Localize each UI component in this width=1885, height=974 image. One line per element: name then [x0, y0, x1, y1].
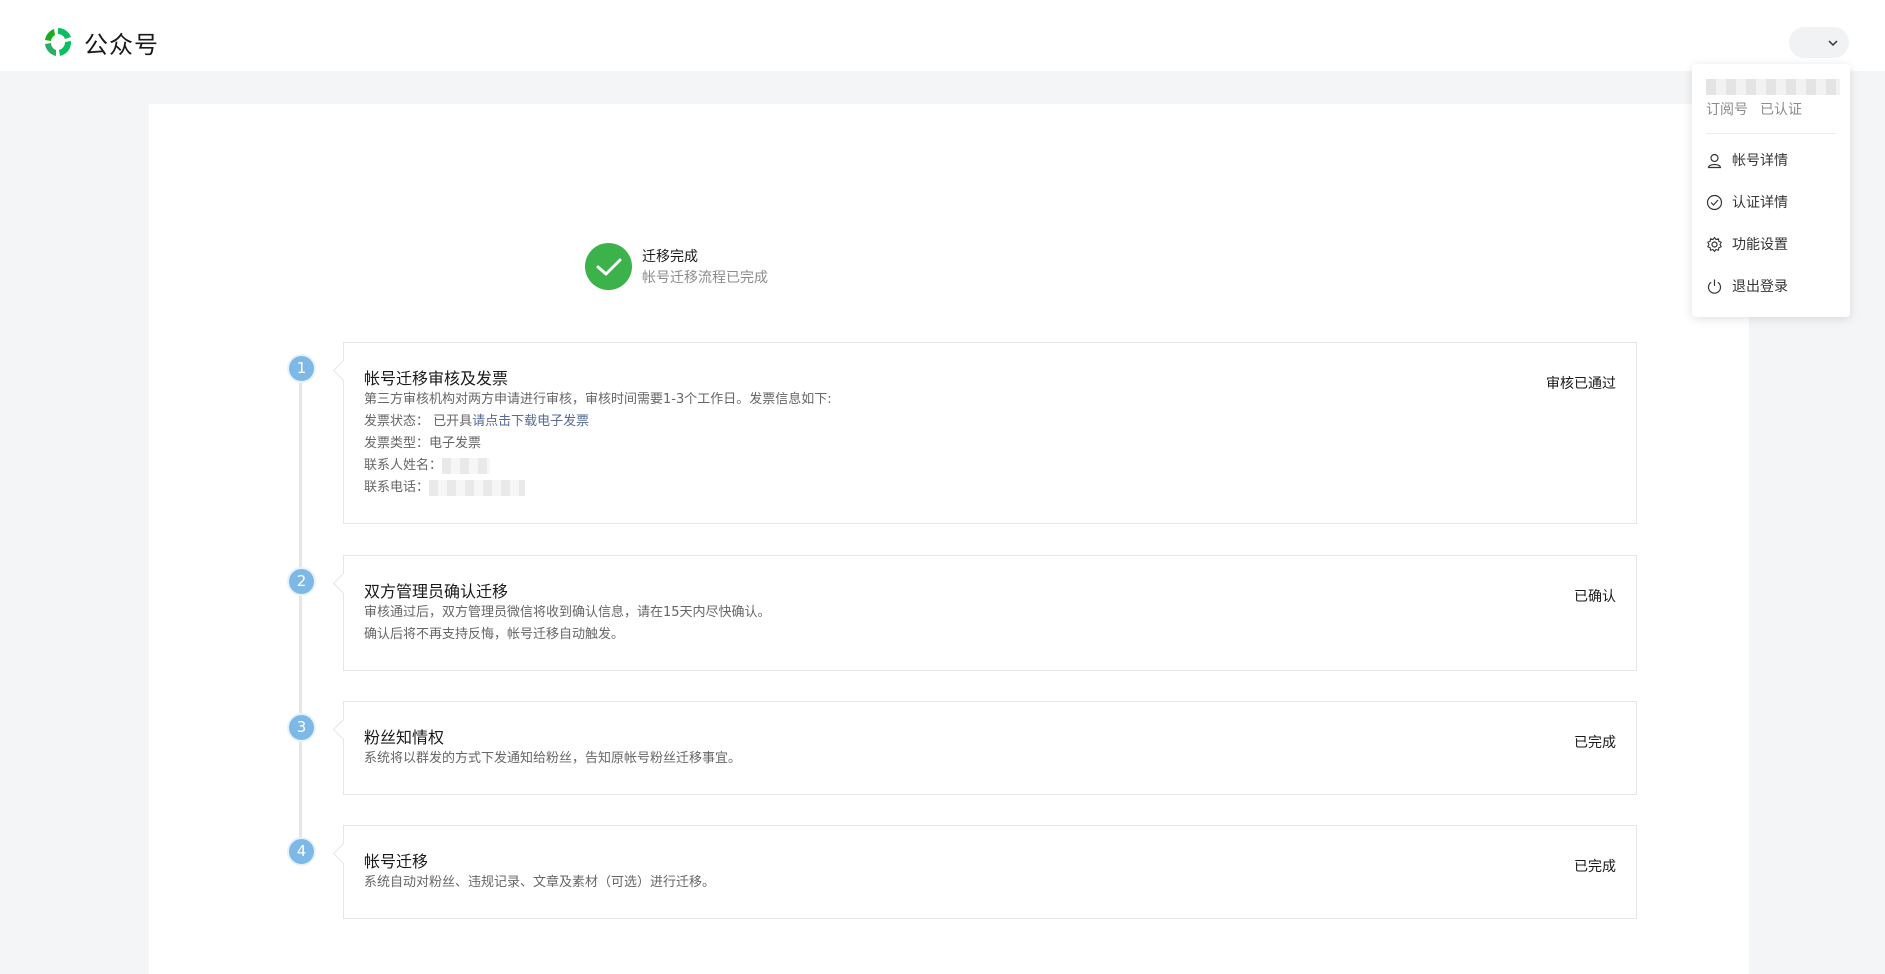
step-status: 已确认 — [1574, 589, 1616, 605]
redacted-contact-name — [442, 457, 491, 474]
step-desc: 系统自动对粉丝、违规记录、文章及素材（可选）进行迁移。 — [364, 875, 716, 890]
verify-status: 已认证 — [1760, 102, 1802, 118]
contact-phone-label: 联系电话： — [364, 480, 430, 495]
completion-status: 迁移完成 帐号迁移流程已完成 — [585, 243, 768, 290]
contact-name-label: 联系人姓名： — [364, 458, 443, 473]
step-status: 已完成 — [1574, 735, 1616, 751]
step-number-1: 1 — [287, 354, 316, 383]
chevron-down-icon — [1828, 40, 1838, 47]
check-circle-icon — [1706, 194, 1723, 210]
step-body: 系统将以群发的方式下发通知给粉丝，告知原帐号粉丝迁移事宜。 — [364, 748, 741, 770]
step-card-2: 双方管理员确认迁移 已确认 审核通过后，双方管理员微信将收到确认信息，请在15天… — [343, 555, 1637, 671]
logo[interactable]: 公众号 — [40, 24, 159, 60]
invoice-status-value: 已开具 — [433, 414, 473, 429]
step-desc: 审核通过后，双方管理员微信将收到确认信息，请在15天内尽快确认。 — [364, 605, 771, 620]
contact-phone-row: 联系电话： — [364, 477, 832, 499]
menu-item-label: 帐号详情 — [1732, 153, 1788, 169]
logo-icon — [45, 28, 72, 56]
step-body: 审核通过后，双方管理员微信将收到确认信息，请在15天内尽快确认。 确认后将不再支… — [364, 602, 771, 646]
divider — [1706, 133, 1836, 134]
step-title: 双方管理员确认迁移 — [364, 582, 509, 601]
menu-item-label: 退出登录 — [1732, 279, 1788, 295]
step-status: 审核已通过 — [1546, 376, 1616, 392]
power-icon — [1707, 279, 1722, 294]
step-status: 已完成 — [1574, 859, 1616, 875]
menu-item-label: 功能设置 — [1732, 237, 1788, 253]
step-title: 粉丝知情权 — [364, 728, 445, 747]
step-desc: 第三方审核机构对两方申请进行审核，审核时间需要1-3个工作日。发票信息如下: — [364, 392, 832, 407]
invoice-type-value: 电子发票 — [429, 436, 482, 451]
menu-item-logout[interactable]: 退出登录 — [1706, 272, 1836, 300]
completion-title: 迁移完成 — [642, 249, 698, 265]
step-number-2: 2 — [287, 567, 316, 596]
invoice-status-label: 发票状态： — [364, 414, 430, 429]
step-number-3: 3 — [287, 713, 316, 742]
success-check-icon — [585, 243, 632, 290]
account-type: 订阅号 — [1706, 102, 1748, 118]
invoice-type-label: 发票类型： — [364, 436, 430, 451]
completion-subtitle: 帐号迁移流程已完成 — [642, 270, 768, 286]
step-desc: 系统将以群发的方式下发通知给粉丝，告知原帐号粉丝迁移事宜。 — [364, 751, 742, 766]
contact-name-row: 联系人姓名： — [364, 455, 832, 477]
top-bar: 公众号 — [0, 0, 1885, 71]
step-card-3: 粉丝知情权 已完成 系统将以群发的方式下发通知给粉丝，告知原帐号粉丝迁移事宜。 — [343, 701, 1637, 795]
step-number-4: 4 — [287, 837, 316, 866]
account-dropdown-menu: 订阅号 已认证 帐号详情 认证详情 功能设置 退出登录 — [1692, 64, 1850, 317]
invoice-status-row: 发票状态： 已开具请点击下载电子发票 — [364, 411, 832, 433]
user-icon — [1707, 153, 1722, 168]
invoice-type-row: 发票类型：电子发票 — [364, 433, 832, 455]
step-body: 第三方审核机构对两方申请进行审核，审核时间需要1-3个工作日。发票信息如下: 发… — [364, 389, 832, 499]
account-menu-button[interactable] — [1789, 27, 1849, 58]
app-title: 公众号 — [84, 30, 159, 59]
step-card-4: 帐号迁移 已完成 系统自动对粉丝、违规记录、文章及素材（可选）进行迁移。 — [343, 825, 1637, 919]
timeline-rail — [299, 368, 302, 850]
menu-item-settings[interactable]: 功能设置 — [1706, 230, 1836, 258]
step-title: 帐号迁移 — [364, 852, 429, 871]
step-body: 系统自动对粉丝、违规记录、文章及素材（可选）进行迁移。 — [364, 872, 715, 894]
step-desc: 确认后将不再支持反悔，帐号迁移自动触发。 — [364, 627, 625, 642]
menu-item-verify-details[interactable]: 认证详情 — [1706, 188, 1836, 216]
step-title: 帐号迁移审核及发票 — [364, 369, 509, 388]
gear-icon — [1707, 236, 1722, 252]
redacted-contact-phone — [429, 479, 526, 496]
account-meta: 订阅号 已认证 — [1706, 99, 1802, 119]
redacted-account-name — [1706, 79, 1840, 95]
download-invoice-link[interactable]: 请点击下载电子发票 — [472, 414, 589, 429]
menu-item-label: 认证详情 — [1732, 195, 1788, 211]
menu-item-account-details[interactable]: 帐号详情 — [1706, 146, 1836, 174]
step-card-1: 帐号迁移审核及发票 审核已通过 第三方审核机构对两方申请进行审核，审核时间需要1… — [343, 342, 1637, 524]
